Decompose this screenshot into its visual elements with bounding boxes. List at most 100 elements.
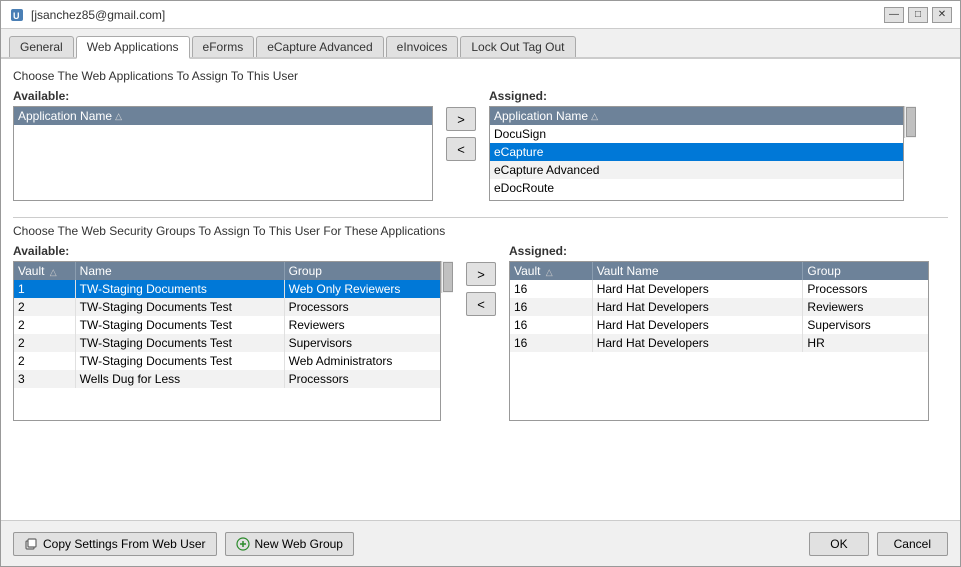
new-web-group-button[interactable]: New Web Group <box>225 532 354 556</box>
tab-einvoices[interactable]: eInvoices <box>386 36 459 57</box>
scroll-thumb <box>443 262 453 292</box>
title-bar: U [jsanchez85@gmail.com] — □ ✕ <box>1 1 960 29</box>
vault-cell: 16 <box>510 334 592 352</box>
table-row[interactable]: 2 TW-Staging Documents Test Processors <box>14 298 440 316</box>
assigned-groups-table[interactable]: Vault △ Vault Name Group 16 Hard Hat Dev… <box>509 261 929 421</box>
name-cell: TW-Staging Documents Test <box>75 352 284 370</box>
table-row[interactable]: 16 Hard Hat Developers Processors <box>510 280 928 298</box>
table-row[interactable]: 2 TW-Staging Documents Test Reviewers <box>14 316 440 334</box>
list-item[interactable]: DocuSign <box>490 125 903 143</box>
available-groups-table[interactable]: Vault △ Name Group 1 TW-Staging Document… <box>13 261 441 421</box>
table-row[interactable]: 16 Hard Hat Developers Reviewers <box>510 298 928 316</box>
vault-name-cell: Hard Hat Developers <box>592 298 803 316</box>
group-cell: Processors <box>284 298 440 316</box>
available-groups-label: Available: <box>13 244 453 258</box>
list-item[interactable]: eCapture Advanced <box>490 161 903 179</box>
name-col-header: Name <box>75 262 284 280</box>
tab-lockout-tagout[interactable]: Lock Out Tag Out <box>460 36 575 57</box>
table-row[interactable]: 16 Hard Hat Developers HR <box>510 334 928 352</box>
list-item[interactable]: eDocRoute <box>490 179 903 197</box>
apps-move-right-button[interactable]: > <box>446 107 476 131</box>
assigned-apps-label: Assigned: <box>489 89 916 103</box>
svg-text:U: U <box>13 11 20 21</box>
group-cell: Supervisors <box>803 316 928 334</box>
name-cell: TW-Staging Documents Test <box>75 334 284 352</box>
copy-settings-label: Copy Settings From Web User <box>43 537 206 551</box>
maximize-button[interactable]: □ <box>908 7 928 23</box>
available-groups-scrollbar[interactable] <box>441 261 453 293</box>
available-apps-col-header: Application Name △ <box>18 109 122 123</box>
vault-cell: 2 <box>14 316 75 334</box>
table-row[interactable]: 2 TW-Staging Documents Test Supervisors <box>14 334 440 352</box>
assigned-groups-container: Assigned: Vault △ Vault Name Group <box>509 244 929 421</box>
available-groups-wrapper: Vault △ Name Group 1 TW-Staging Document… <box>13 261 453 421</box>
cancel-button[interactable]: Cancel <box>877 532 948 556</box>
assigned-apps-container: Assigned: Application Name △ DocuSign eC… <box>489 89 916 201</box>
vault-name-cell: Hard Hat Developers <box>592 280 803 298</box>
assigned-apps-list[interactable]: Application Name △ DocuSign eCapture eCa… <box>489 106 904 201</box>
bottom-bar: Copy Settings From Web User New Web Grou… <box>1 520 960 566</box>
vault-cell: 1 <box>14 280 75 298</box>
tab-eforms[interactable]: eForms <box>192 36 255 57</box>
group-cell: Web Only Reviewers <box>284 280 440 298</box>
tab-ecapture-advanced[interactable]: eCapture Advanced <box>256 36 383 57</box>
apps-transfer-buttons: > < <box>441 107 481 161</box>
copy-settings-button[interactable]: Copy Settings From Web User <box>13 532 217 556</box>
available-groups-container: Available: Vault △ Name Group <box>13 244 453 421</box>
vault-cell: 2 <box>14 352 75 370</box>
ok-button[interactable]: OK <box>809 532 868 556</box>
name-cell: TW-Staging Documents Test <box>75 298 284 316</box>
assigned-apps-wrapper: Application Name △ DocuSign eCapture eCa… <box>489 106 916 201</box>
vault-cell: 16 <box>510 280 592 298</box>
vault-name-col-header: Vault Name <box>592 262 803 280</box>
groups-move-right-button[interactable]: > <box>466 262 496 286</box>
web-apps-row: Available: Application Name △ > < <box>13 89 948 201</box>
assigned-sort-icon: △ <box>591 111 598 122</box>
vault-name-cell: Hard Hat Developers <box>592 334 803 352</box>
assigned-apps-header: Application Name △ <box>490 107 903 125</box>
window-title: [jsanchez85@gmail.com] <box>31 8 165 22</box>
available-groups-header-row: Vault △ Name Group <box>14 262 440 280</box>
list-item[interactable]: eCapture <box>490 143 903 161</box>
main-content: Choose The Web Applications To Assign To… <box>1 59 960 520</box>
web-groups-row: Available: Vault △ Name Group <box>13 244 948 421</box>
table-row[interactable]: 3 Wells Dug for Less Processors <box>14 370 440 388</box>
available-apps-container: Available: Application Name △ <box>13 89 433 201</box>
app-icon: U <box>9 7 25 23</box>
group-cell: HR <box>803 334 928 352</box>
assigned-apps-scrollbar[interactable] <box>904 106 916 138</box>
web-groups-section: Choose The Web Security Groups To Assign… <box>13 224 948 421</box>
web-apps-section: Choose The Web Applications To Assign To… <box>13 69 948 211</box>
group-cell: Reviewers <box>803 298 928 316</box>
table-row[interactable]: 16 Hard Hat Developers Supervisors <box>510 316 928 334</box>
close-button[interactable]: ✕ <box>932 7 952 23</box>
available-apps-label: Available: <box>13 89 433 103</box>
vault-cell: 16 <box>510 316 592 334</box>
groups-move-left-button[interactable]: < <box>466 292 496 316</box>
minimize-button[interactable]: — <box>884 7 904 23</box>
main-window: U [jsanchez85@gmail.com] — □ ✕ General W… <box>0 0 961 567</box>
vault-col-header: Vault △ <box>510 262 592 280</box>
name-cell: TW-Staging Documents Test <box>75 316 284 334</box>
tab-bar: General Web Applications eForms eCapture… <box>1 29 960 59</box>
group-cell: Processors <box>284 370 440 388</box>
web-groups-section-label: Choose The Web Security Groups To Assign… <box>13 224 948 238</box>
table-row[interactable]: 1 TW-Staging Documents Web Only Reviewer… <box>14 280 440 298</box>
name-cell: TW-Staging Documents <box>75 280 284 298</box>
assigned-groups-label: Assigned: <box>509 244 929 258</box>
new-web-group-label: New Web Group <box>255 537 343 551</box>
available-apps-list[interactable]: Application Name △ <box>13 106 433 201</box>
table-row[interactable]: 2 TW-Staging Documents Test Web Administ… <box>14 352 440 370</box>
group-cell: Reviewers <box>284 316 440 334</box>
assigned-apps-col-header: Application Name △ <box>494 109 598 123</box>
add-icon <box>236 537 250 551</box>
copy-icon <box>24 537 38 551</box>
tab-general[interactable]: General <box>9 36 74 57</box>
apps-move-left-button[interactable]: < <box>446 137 476 161</box>
web-apps-section-label: Choose The Web Applications To Assign To… <box>13 69 948 83</box>
section-divider <box>13 217 948 218</box>
title-bar-left: U [jsanchez85@gmail.com] <box>9 7 165 23</box>
group-cell: Supervisors <box>284 334 440 352</box>
tab-web-applications[interactable]: Web Applications <box>76 36 190 59</box>
vault-cell: 2 <box>14 298 75 316</box>
